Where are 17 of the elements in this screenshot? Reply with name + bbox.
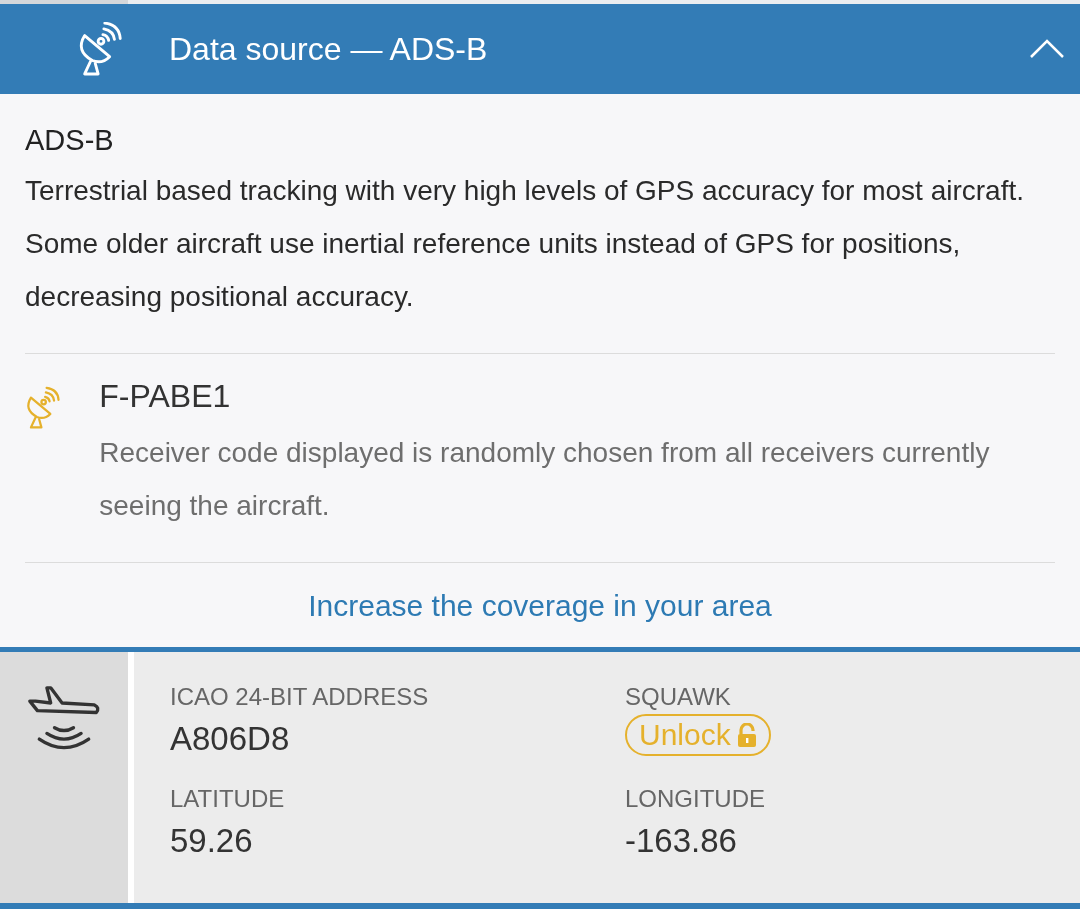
receiver-code: F-PABE1 bbox=[99, 377, 232, 416]
field-value: 59.26 bbox=[170, 821, 254, 861]
field-label: ICAO 24-BIT ADDRESS bbox=[170, 682, 430, 712]
field-label: LONGITUDE bbox=[625, 784, 766, 814]
field-value: -163.86 bbox=[625, 821, 738, 861]
satellite-dish-icon bbox=[77, 22, 125, 76]
source-name: ADS-B bbox=[25, 123, 115, 158]
field-value: A806D8 bbox=[170, 719, 291, 759]
field-label: LATITUDE bbox=[170, 784, 286, 814]
receiver-note: Receiver code displayed is randomly chosen from all receivers currently seeing the aircraft. bbox=[99, 436, 991, 523]
chevron-icon[interactable] bbox=[1030, 39, 1064, 59]
lock-icon bbox=[736, 723, 757, 747]
section-title: Data source — ADS-B bbox=[169, 30, 489, 68]
coverage-link[interactable]: Increase the coverage in your area bbox=[308, 589, 772, 623]
source-description: Terrestrial based tracking with very high levels of GPS accuracy for most aircraft. Some older aircraft use inertial reference units instead of GPS for positions, decreasing positional accuracy. bbox=[25, 174, 1026, 314]
field-label: SQUAWK bbox=[625, 682, 732, 712]
section-header[interactable]: Data source — ADS-B bbox=[0, 4, 1080, 94]
